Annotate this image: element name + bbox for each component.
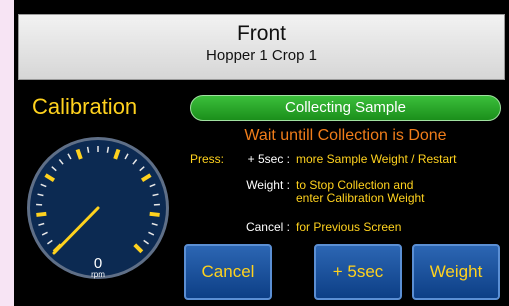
gauge-unit: rpm: [91, 270, 105, 279]
screen: Front Hopper 1 Crop 1 Calibration 0 rpm …: [14, 0, 509, 306]
instruction-key: + 5sec :: [247, 152, 290, 166]
instruction-desc-2: enter Calibration Weight: [296, 191, 425, 205]
instructions-panel: Press: + 5sec : more Sample Weight / Res…: [190, 152, 501, 242]
header-panel: Front Hopper 1 Crop 1: [18, 14, 505, 80]
instruction-desc: more Sample Weight / Restart: [296, 152, 457, 166]
instruction-key: Cancel :: [245, 220, 290, 234]
cancel-button[interactable]: Cancel: [184, 244, 272, 300]
gauge-major-tick: [149, 211, 160, 217]
status-message: Wait untill Collection is Done: [244, 127, 447, 144]
page-subtitle: Hopper 1 Crop 1: [206, 47, 317, 64]
instruction-desc: for Previous Screen: [296, 220, 402, 234]
instruction-key: Weight :: [246, 178, 290, 192]
status-pill: Collecting Sample: [190, 95, 501, 121]
rpm-gauge: 0 rpm: [27, 137, 169, 279]
gauge-minor-tick: [106, 146, 110, 153]
weight-button[interactable]: Weight: [412, 244, 500, 300]
gauge-minor-tick: [86, 146, 90, 153]
plus-5sec-button[interactable]: + 5sec: [314, 244, 402, 300]
page-title: Front: [236, 22, 286, 45]
gauge-major-tick: [36, 211, 47, 217]
press-label: Press:: [190, 152, 225, 166]
calibration-label: Calibration: [32, 94, 138, 119]
instruction-desc: to Stop Collection and: [296, 178, 414, 192]
